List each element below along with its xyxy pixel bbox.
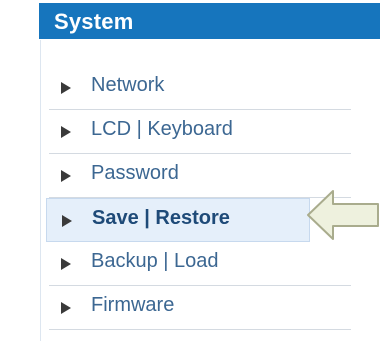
menu-item-firmware[interactable]: Firmware	[49, 286, 351, 330]
sidebar-border	[40, 40, 41, 341]
menu-item-label: Save | Restore	[92, 207, 230, 229]
menu-item-label: Password	[91, 162, 179, 184]
triangle-right-icon	[61, 126, 71, 138]
menu-item-lcd-keyboard[interactable]: LCD | Keyboard	[49, 110, 351, 154]
menu-item-network[interactable]: Network	[49, 66, 351, 110]
menu-item-label: Firmware	[91, 294, 175, 316]
triangle-right-icon	[61, 82, 71, 94]
triangle-right-icon	[61, 258, 71, 270]
menu-item-label: Network	[91, 74, 165, 96]
triangle-right-icon	[61, 302, 71, 314]
section-title: System	[54, 9, 134, 34]
menu-item-backup-load[interactable]: Backup | Load	[49, 242, 351, 286]
section-header: System	[39, 3, 380, 39]
menu-item-label: Backup | Load	[91, 250, 219, 272]
menu-item-save-restore[interactable]: Save | Restore	[46, 198, 310, 242]
triangle-right-icon	[62, 215, 72, 227]
triangle-right-icon	[61, 170, 71, 182]
menu-item-label: LCD | Keyboard	[91, 118, 233, 140]
left-pointing-arrow-icon	[307, 190, 379, 240]
